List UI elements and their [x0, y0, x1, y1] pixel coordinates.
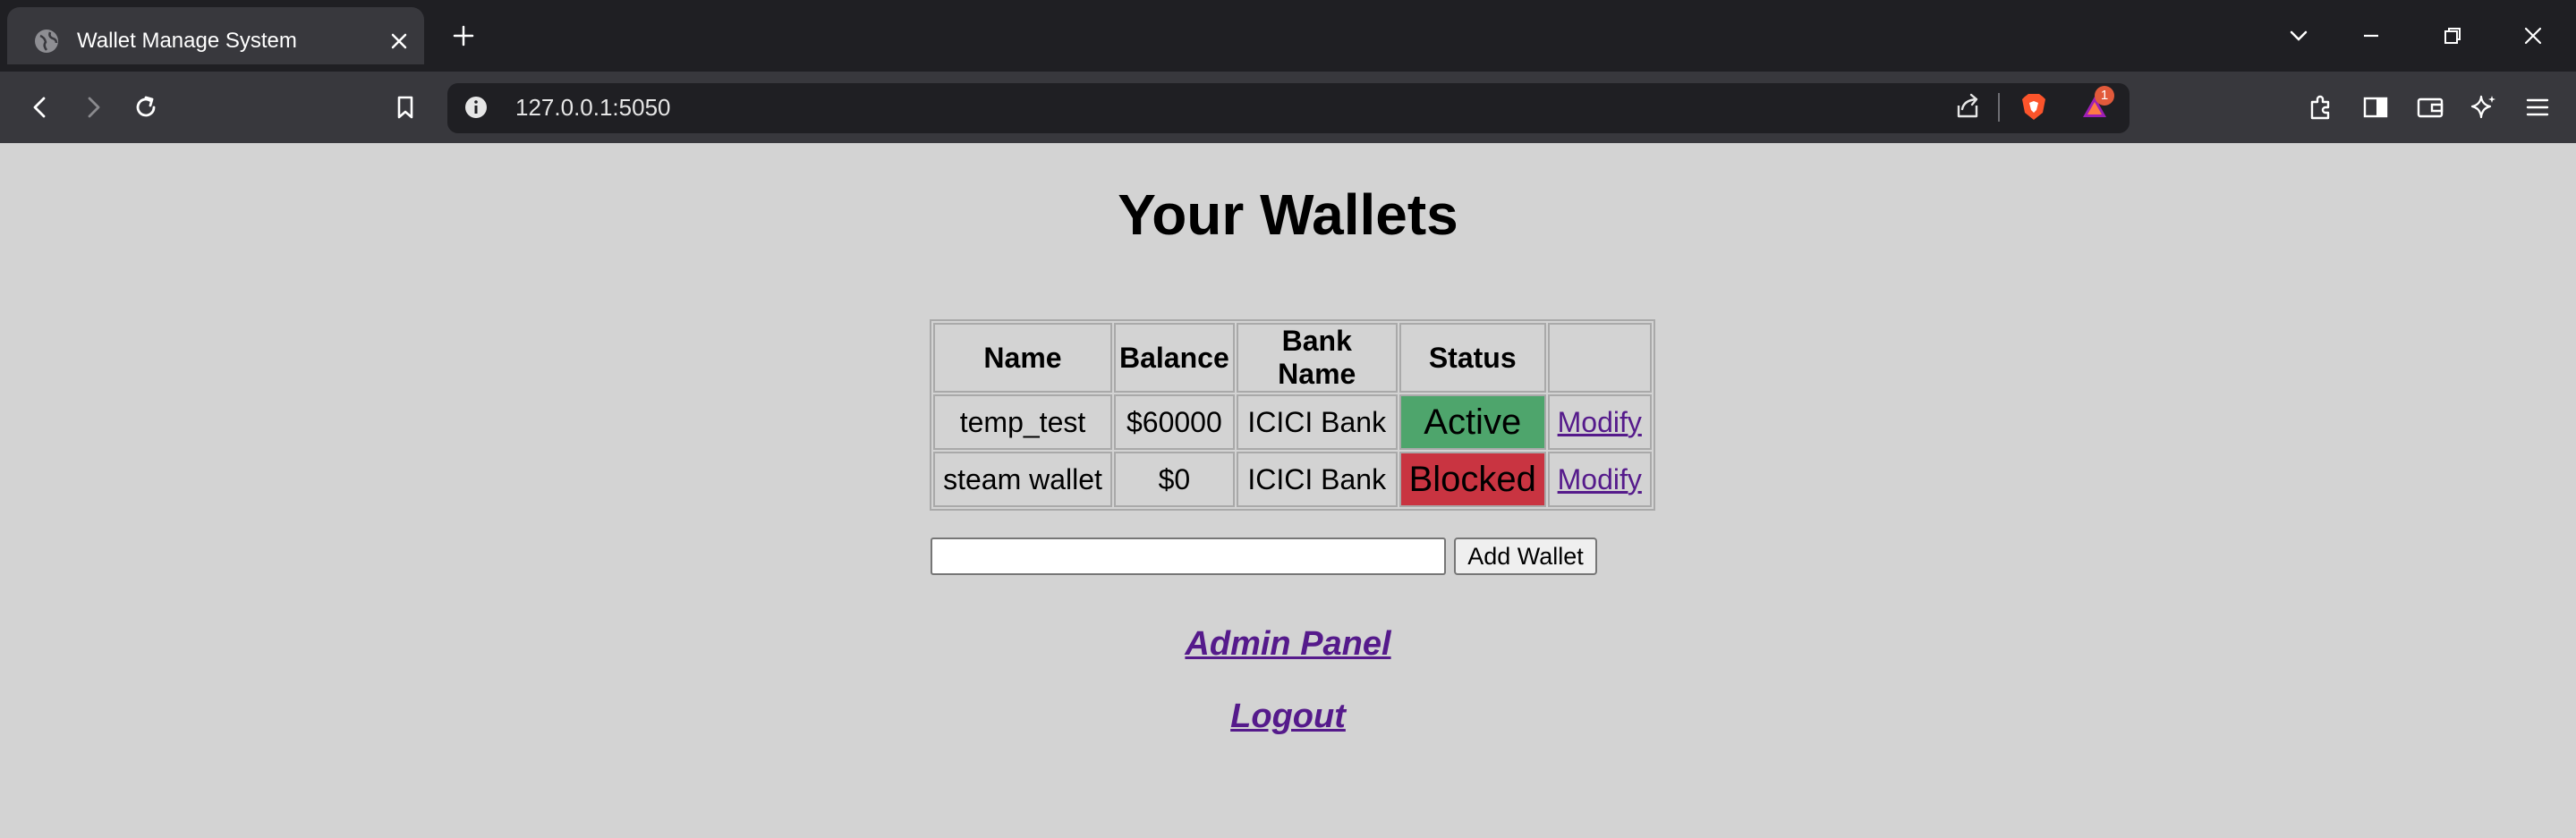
status-badge: Blocked [1399, 452, 1546, 507]
action-cell: Modify [1547, 394, 1652, 450]
brave-shields-icon[interactable] [2016, 89, 2052, 125]
table-row: steam wallet $0 ICICI Bank Blocked Modif… [933, 452, 1652, 507]
wallet-name-input[interactable] [931, 538, 1446, 575]
back-icon[interactable] [22, 89, 58, 125]
wallet-balance: $60000 [1114, 394, 1235, 450]
header-bank-name: Bank Name [1236, 323, 1398, 393]
browser-tab[interactable]: Wallet Manage System [7, 7, 424, 64]
table-row: temp_test $60000 ICICI Bank Active Modif… [933, 394, 1652, 450]
status-badge: Active [1399, 394, 1546, 450]
notification-badge: 1 [2095, 86, 2114, 106]
wallets-table: Name Balance Bank Name Status temp_test … [930, 319, 1655, 511]
header-status: Status [1399, 323, 1546, 393]
wallet-bank: ICICI Bank [1236, 394, 1398, 450]
action-cell: Modify [1547, 452, 1652, 507]
add-wallet-button[interactable]: Add Wallet [1454, 538, 1597, 575]
table-header-row: Name Balance Bank Name Status [933, 323, 1652, 393]
bookmark-icon[interactable] [387, 89, 423, 125]
modify-link[interactable]: Modify [1558, 463, 1642, 495]
forward-icon[interactable] [75, 89, 111, 125]
reload-icon[interactable] [128, 89, 164, 125]
close-icon[interactable] [387, 29, 412, 54]
url-divider [1998, 93, 2000, 122]
logout-link[interactable]: Logout [0, 695, 2576, 738]
wallet-name: steam wallet [933, 452, 1112, 507]
admin-panel-link[interactable]: Admin Panel [0, 622, 2576, 665]
wallet-bank: ICICI Bank [1236, 452, 1398, 507]
wallet-icon[interactable] [2412, 89, 2448, 125]
chevron-down-icon[interactable] [2284, 21, 2313, 50]
address-bar[interactable] [447, 83, 2130, 133]
header-action [1547, 323, 1652, 393]
sidebar-icon[interactable] [2358, 89, 2393, 125]
new-tab-icon[interactable] [449, 21, 478, 50]
wallet-balance: $0 [1114, 452, 1235, 507]
wallet-name: temp_test [933, 394, 1112, 450]
url-text[interactable]: 127.0.0.1:5050 [515, 92, 671, 123]
restore-icon[interactable] [2438, 21, 2467, 50]
header-name: Name [933, 323, 1112, 393]
share-icon[interactable] [1950, 89, 1985, 125]
leo-ai-icon[interactable] [2466, 89, 2502, 125]
page-title: Your Wallets [1118, 182, 1458, 247]
window-close-icon[interactable] [2519, 21, 2547, 50]
globe-icon [35, 30, 58, 53]
site-info-icon[interactable] [463, 94, 489, 121]
tab-title: Wallet Manage System [77, 29, 297, 53]
menu-icon[interactable] [2520, 89, 2555, 125]
modify-link[interactable]: Modify [1558, 406, 1642, 438]
extensions-icon[interactable] [2303, 89, 2339, 125]
minimize-icon[interactable] [2357, 21, 2385, 50]
header-balance: Balance [1114, 323, 1235, 393]
